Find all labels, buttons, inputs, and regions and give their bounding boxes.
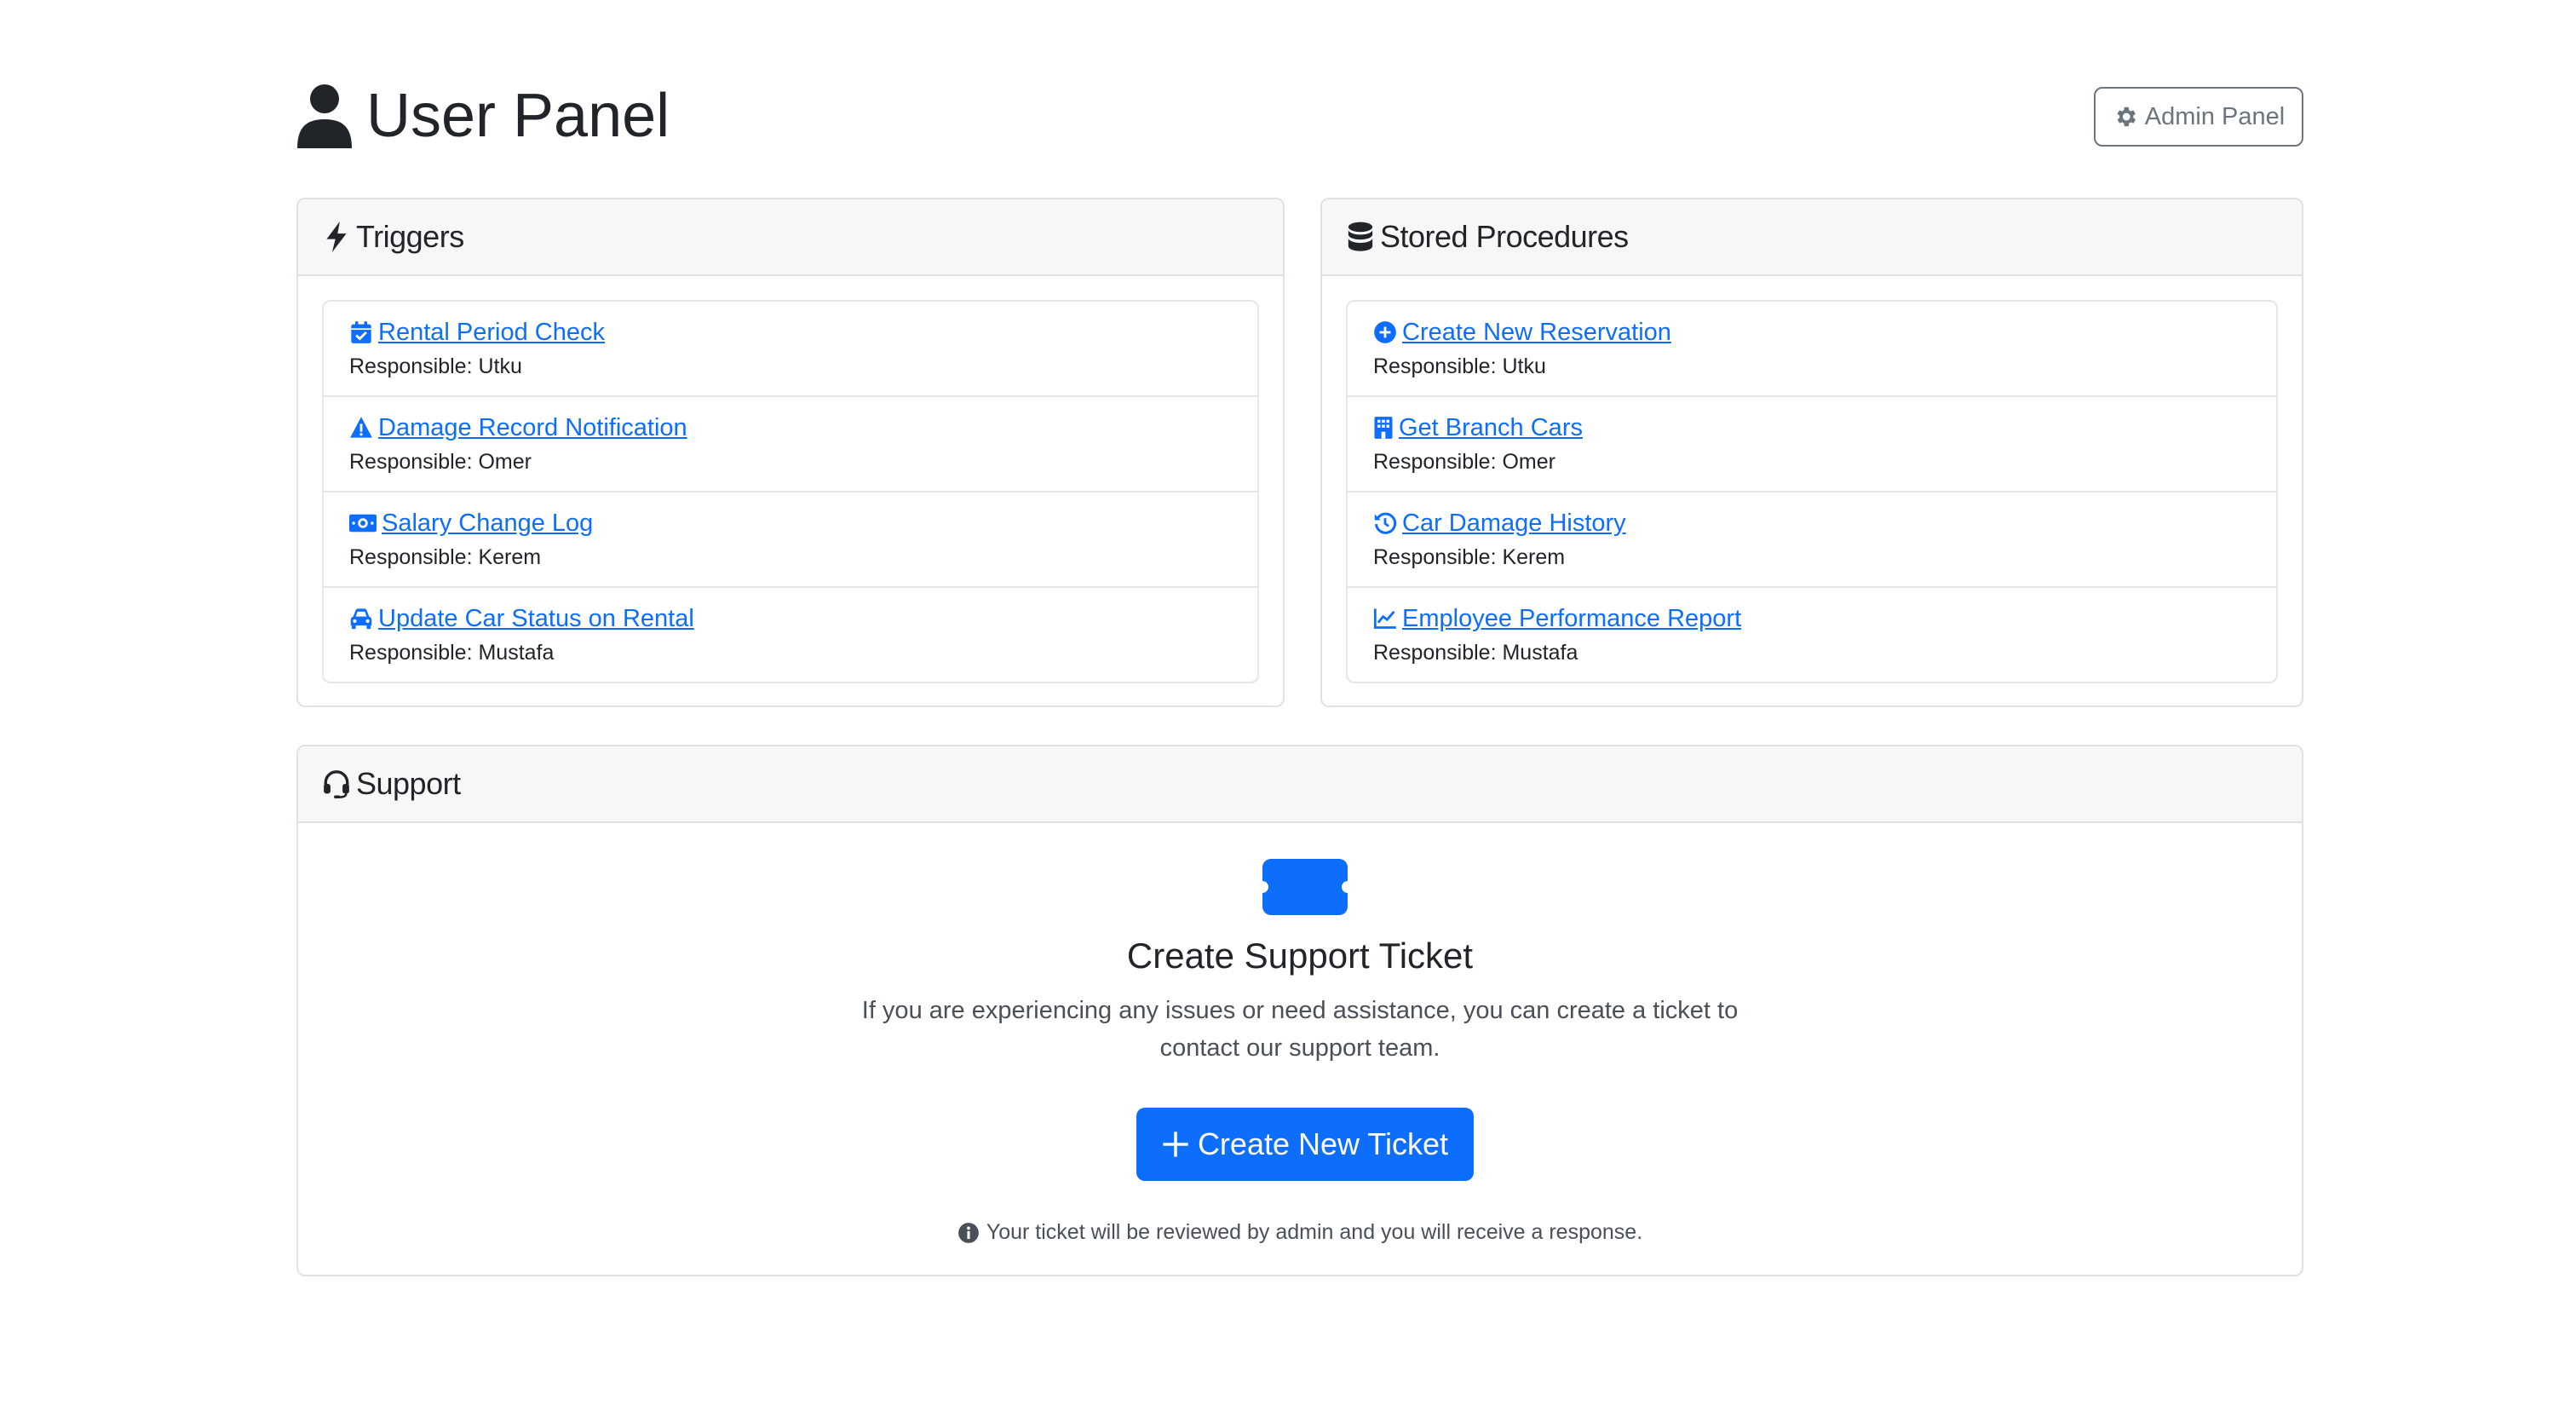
bolt-icon — [326, 222, 347, 252]
stored-procedures-header: Stored Procedures — [1322, 199, 2302, 276]
stored-procedures-title: Stored Procedures — [1380, 219, 1629, 254]
page-title-text: User Panel — [366, 82, 670, 150]
procedure-link-get-branch-cars[interactable]: Get Branch Cars — [1373, 411, 2251, 445]
list-item: Damage Record Notification Responsible: … — [324, 397, 1257, 492]
list-item: Salary Change Log Responsible: Kerem — [324, 492, 1257, 588]
trigger-link-update-car-status[interactable]: Update Car Status on Rental — [349, 602, 1232, 636]
support-header: Support — [298, 746, 2302, 823]
responsible-text: Responsible: Utku — [1373, 354, 1546, 378]
responsible-text: Responsible: Mustafa — [349, 641, 555, 665]
triggers-title: Triggers — [356, 219, 464, 254]
responsible-text: Responsible: Omer — [349, 450, 532, 474]
history-icon — [1374, 512, 1397, 534]
support-note-text: Your ticket will be reviewed by admin an… — [986, 1220, 1643, 1244]
user-panel-page: User Panel Admin Panel Triggers Rental P… — [296, 0, 2303, 1411]
list-item: Update Car Status on Rental Responsible:… — [324, 588, 1257, 682]
support-body: Create Support Ticket If you are experie… — [298, 823, 2302, 1275]
plus-icon — [1163, 1132, 1188, 1157]
warning-icon — [350, 417, 372, 438]
database-icon — [1348, 222, 1373, 251]
user-icon — [297, 84, 352, 148]
procedure-link-employee-performance-report[interactable]: Employee Performance Report — [1373, 602, 2251, 636]
procedures-list: Create New Reservation Responsible: Utku — [1346, 300, 2278, 683]
support-card: Support Create Support Ticket If you are… — [296, 745, 2303, 1276]
triggers-card: Triggers Rental Period Check Responsible… — [296, 198, 1285, 707]
gear-icon — [2117, 107, 2136, 127]
list-item: Create New Reservation Responsible: Utku — [1348, 302, 2276, 397]
building-icon — [1374, 417, 1393, 439]
responsible-text: Responsible: Kerem — [1373, 545, 1566, 569]
chart-line-icon — [1373, 608, 1396, 629]
page-title: User Panel — [296, 73, 670, 158]
triggers-list: Rental Period Check Responsible: Utku Da… — [322, 300, 1259, 683]
list-item: Car Damage History Responsible: Kerem — [1348, 492, 2276, 588]
stored-procedures-card: Stored Procedures Create New Reservation… — [1320, 198, 2303, 707]
procedure-link-create-new-reservation[interactable]: Create New Reservation — [1373, 315, 2251, 349]
trigger-link-damage-record-notification[interactable]: Damage Record Notification — [349, 411, 1232, 445]
info-icon — [957, 1222, 979, 1243]
triggers-header: Triggers — [298, 199, 1283, 276]
calendar-check-icon — [351, 321, 371, 343]
support-ticket-heading: Create Support Ticket — [1126, 936, 1474, 976]
admin-panel-label: Admin Panel — [2144, 102, 2286, 130]
support-note: Your ticket will be reviewed by admin an… — [298, 1220, 2302, 1245]
car-icon — [350, 608, 372, 630]
list-item: Get Branch Cars Responsible: Omer — [1348, 397, 2276, 492]
responsible-text: Responsible: Kerem — [349, 545, 542, 569]
money-icon — [349, 514, 377, 533]
page-header: User Panel Admin Panel — [296, 68, 2303, 153]
admin-panel-button[interactable]: Admin Panel — [2094, 87, 2303, 147]
plus-circle-icon — [1374, 321, 1396, 343]
headset-icon — [324, 770, 349, 798]
list-item: Rental Period Check Responsible: Utku — [324, 302, 1257, 397]
support-title: Support — [356, 766, 461, 801]
responsible-text: Responsible: Omer — [1373, 450, 1555, 474]
create-new-ticket-button[interactable]: Create New Ticket — [1136, 1108, 1474, 1181]
support-description: If you are experiencing any issues or ne… — [861, 997, 1739, 1062]
list-item: Employee Performance Report Responsible:… — [1348, 588, 2276, 682]
ticket-icon — [1262, 859, 1348, 915]
responsible-text: Responsible: Mustafa — [1373, 641, 1578, 665]
trigger-link-salary-change-log[interactable]: Salary Change Log — [349, 506, 1232, 540]
responsible-text: Responsible: Utku — [349, 354, 522, 378]
procedure-link-car-damage-history[interactable]: Car Damage History — [1373, 506, 2251, 540]
trigger-link-rental-period-check[interactable]: Rental Period Check — [349, 315, 1232, 349]
create-new-ticket-label: Create New Ticket — [1197, 1126, 1449, 1161]
